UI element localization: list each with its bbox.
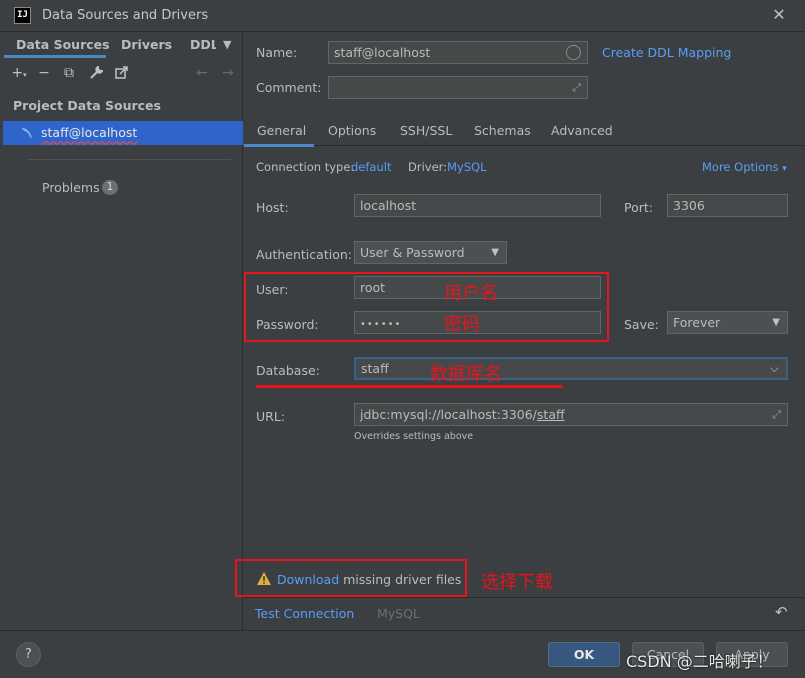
divider (28, 159, 231, 160)
authentication-select[interactable]: User & Password ▼ (354, 241, 507, 264)
download-link[interactable]: Download (277, 572, 339, 587)
connection-type-link[interactable]: default (351, 160, 391, 174)
watermark: CSDN @二哈喇子！ (626, 652, 773, 671)
host-value: localhost (360, 198, 417, 213)
tab-advanced[interactable]: Advanced (551, 123, 613, 138)
open-external-icon[interactable] (111, 62, 131, 84)
authentication-label: Authentication: (256, 247, 352, 262)
forward-arrow-icon[interactable]: → (218, 62, 238, 84)
comment-label: Comment: (256, 80, 322, 95)
name-input[interactable]: staff@localhost (328, 41, 588, 64)
wrench-icon[interactable] (86, 62, 106, 84)
host-input[interactable]: localhost (354, 194, 601, 217)
expand-icon[interactable]: ⤢ (572, 77, 581, 98)
annotation-database-underline (256, 385, 563, 388)
warning-message: Download missing driver files (277, 572, 461, 587)
color-circle-icon[interactable] (566, 45, 581, 60)
host-label: Host: (256, 200, 289, 215)
revert-icon[interactable]: ↶ (775, 603, 788, 621)
driver-link[interactable]: MySQL (447, 160, 487, 174)
intellij-logo-icon: IJ (14, 7, 31, 24)
duplicate-icon[interactable]: ⧉ (59, 62, 79, 84)
window-title: Data Sources and Drivers (42, 8, 209, 23)
left-pane: Data Sources Drivers DDL ▼ +▾ − ⧉ ← → Pr… (0, 32, 243, 630)
back-arrow-icon[interactable]: ← (192, 62, 212, 84)
chevron-down-icon: ▾ (782, 164, 787, 174)
create-ddl-mapping-link[interactable]: Create DDL Mapping (602, 45, 731, 60)
title-bar: IJ Data Sources and Drivers ✕ (0, 0, 805, 32)
expand-icon[interactable]: ⤢ (772, 404, 781, 425)
tab-drivers[interactable]: Drivers (121, 37, 172, 52)
port-value: 3306 (673, 198, 705, 213)
annotation-database: 数据库名 (430, 364, 502, 385)
name-value: staff@localhost (334, 45, 431, 60)
tab-data-sources[interactable]: Data Sources (16, 37, 110, 52)
tab-ddl[interactable]: DDL (190, 37, 216, 52)
dropdown-arrow-icon: ▼ (491, 247, 499, 258)
annotation-credentials-box (244, 272, 609, 342)
save-value: Forever (673, 315, 721, 330)
datasource-item[interactable]: staff@localhost (3, 121, 243, 145)
chevron-down-icon[interactable]: ▼ (223, 38, 231, 51)
mysql-driver-label: MySQL (377, 606, 420, 621)
section-title: Project Data Sources (13, 98, 161, 113)
port-input[interactable]: 3306 (667, 194, 788, 217)
tab-ssh-ssl[interactable]: SSH/SSL (400, 123, 452, 138)
url-hint: Overrides settings above (354, 431, 474, 442)
warning-icon (257, 572, 271, 588)
authentication-value: User & Password (360, 245, 465, 260)
comment-input[interactable]: ⤢ (328, 76, 588, 99)
port-label: Port: (624, 200, 653, 215)
tab-options[interactable]: Options (328, 123, 376, 138)
toolbar: +▾ − ⧉ ← → (0, 62, 243, 86)
url-label: URL: (256, 409, 286, 424)
dropdown-arrow-icon: ▼ (772, 317, 780, 328)
save-select[interactable]: Forever ▼ (667, 311, 788, 334)
mysql-dolphin-icon (20, 125, 36, 141)
annotation-download: 选择下载 (481, 572, 553, 593)
ok-button[interactable]: OK (548, 642, 620, 667)
datasource-label: staff@localhost (41, 125, 138, 140)
url-database: staff (536, 407, 565, 422)
save-label: Save: (624, 317, 659, 332)
close-icon[interactable]: ✕ (769, 5, 789, 25)
database-value: staff (361, 361, 389, 376)
problems-count-badge: 1 (102, 180, 118, 195)
remove-icon[interactable]: − (34, 62, 54, 84)
warning-text: missing driver files (339, 572, 462, 587)
annotation-password: 密码 (444, 314, 480, 335)
database-input[interactable]: staff ⌵ (354, 357, 788, 380)
more-options-link[interactable]: More Options ▾ (702, 160, 787, 174)
tab-schemas[interactable]: Schemas (474, 123, 531, 138)
test-connection-link[interactable]: Test Connection (255, 606, 354, 621)
left-tabs: Data Sources Drivers DDL ▼ (0, 32, 243, 57)
url-input[interactable]: jdbc:mysql://localhost:3306/staff ⤢ (354, 403, 788, 426)
tab-general[interactable]: General (257, 123, 306, 138)
database-label: Database: (256, 363, 320, 378)
active-tab-indicator (4, 55, 106, 58)
problems-item[interactable]: Problems (42, 180, 100, 195)
connection-type-label: Connection type: (256, 160, 355, 174)
add-icon[interactable]: +▾ (9, 62, 29, 84)
name-label: Name: (256, 45, 298, 60)
url-prefix: jdbc:mysql://localhost:3306/ (360, 407, 537, 422)
help-button[interactable]: ? (16, 642, 41, 667)
more-options-text: More Options (702, 160, 779, 174)
annotation-username: 用户名 (444, 283, 498, 304)
chevron-down-icon[interactable]: ⌵ (770, 359, 779, 378)
driver-label: Driver: (408, 160, 448, 174)
